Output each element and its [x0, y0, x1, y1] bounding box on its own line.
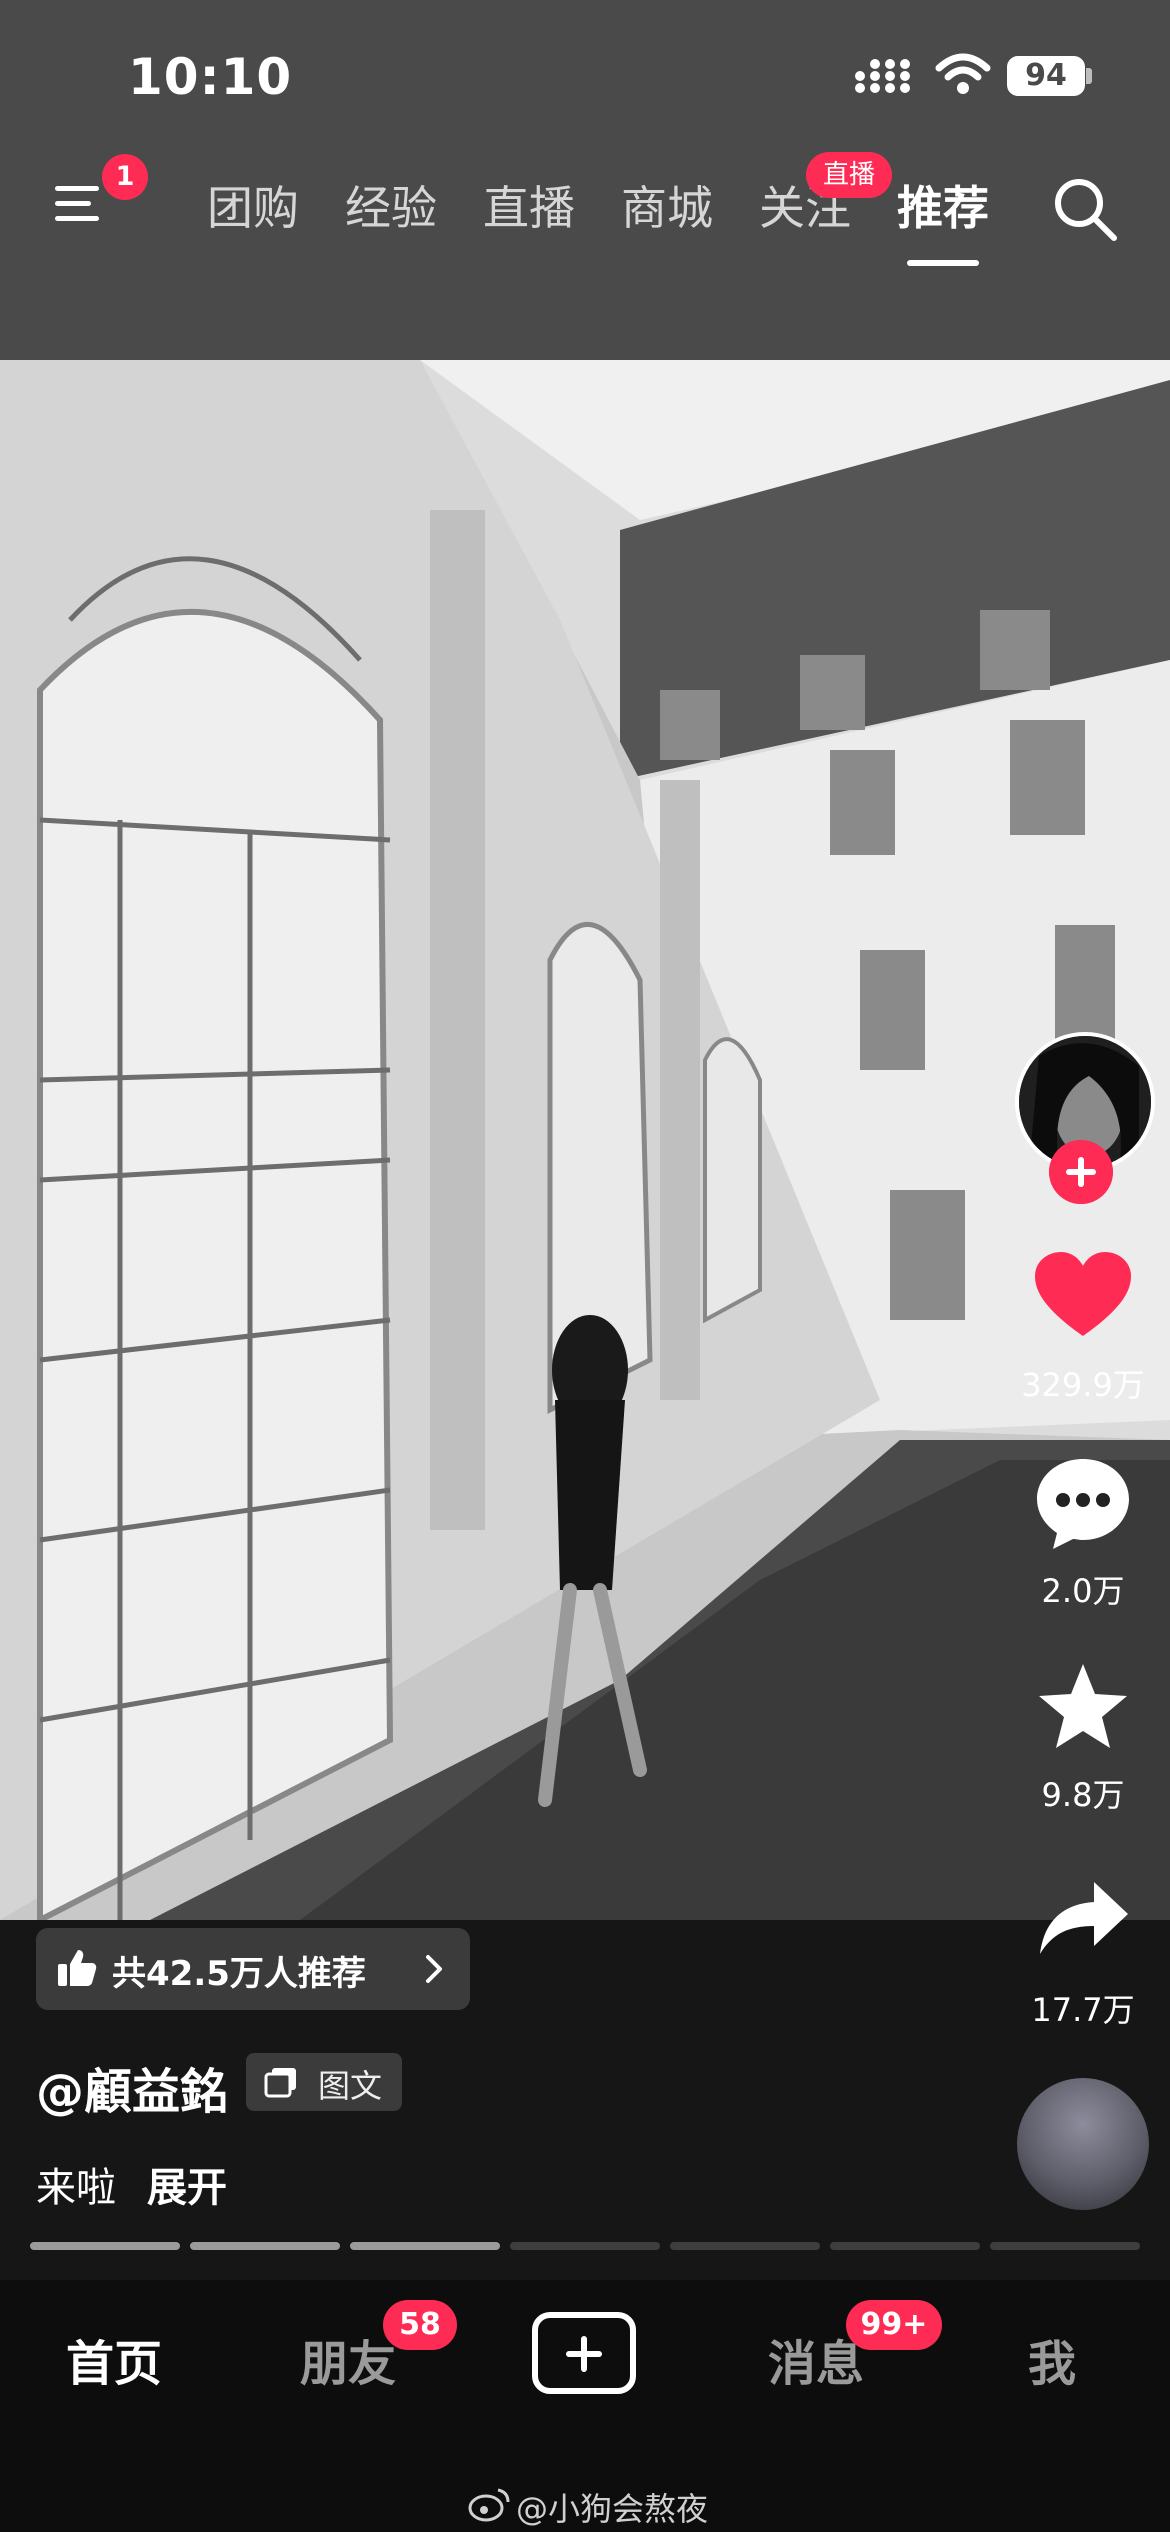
tab-live[interactable]: 直播 [483, 172, 575, 238]
slide-progress-segment [510, 2242, 660, 2250]
slide-progress-segment [670, 2242, 820, 2250]
slide-progress-segment [190, 2242, 340, 2250]
favorite-count: 9.8万 [1041, 1776, 1125, 1814]
comment-icon[interactable] [1033, 1455, 1133, 1551]
wifi-icon [935, 53, 991, 94]
music-disc[interactable] [1017, 2078, 1149, 2210]
friends-badge: 58 [383, 2300, 457, 2350]
tab-group-buy[interactable]: 团购 [207, 172, 299, 238]
follow-plus-icon[interactable] [1049, 1140, 1113, 1204]
recommend-count-label: 共42.5万人推荐 [112, 1954, 366, 1994]
slide-progress-segment [350, 2242, 500, 2250]
create-post-button[interactable] [532, 2312, 636, 2394]
slide-progress-segment [30, 2242, 180, 2250]
tab-mall[interactable]: 商城 [621, 172, 713, 238]
nav-friends[interactable]: 朋友 [300, 2324, 396, 2394]
building-photo-illustration [0, 360, 1170, 1920]
active-tab-indicator [907, 260, 979, 266]
plus-icon [566, 2336, 602, 2372]
battery-indicator: 94 [1007, 56, 1085, 96]
top-navigation [0, 150, 1170, 360]
thumbs-up-icon [58, 1950, 97, 1986]
gallery-icon [264, 2068, 296, 2098]
messages-badge: 99+ [846, 2300, 942, 2350]
slide-progress-segment [990, 2242, 1140, 2250]
battery-tip [1086, 68, 1092, 84]
star-favorite-icon[interactable] [1035, 1660, 1131, 1752]
tab-experience[interactable]: 经验 [345, 172, 437, 238]
weibo-icon [468, 2488, 510, 2522]
content-type-label: 图文 [318, 2067, 383, 2105]
post-description: 来啦 [36, 2165, 116, 2211]
share-icon[interactable] [1038, 1878, 1130, 1956]
slide-progress-segment [830, 2242, 980, 2250]
chevron-right-icon [426, 1955, 442, 1983]
status-time: 10:10 [128, 48, 293, 106]
menu-notification-badge: 1 [102, 154, 148, 200]
share-count: 17.7万 [1031, 1991, 1135, 2029]
menu-icon[interactable] [55, 182, 105, 226]
live-badge: 直播 [806, 152, 892, 198]
cellular-signal-icon [855, 59, 910, 93]
tab-recommended[interactable]: 推荐 [897, 172, 989, 238]
author-name[interactable]: @顧益銘 [36, 2052, 228, 2122]
post-photo[interactable] [0, 360, 1170, 1920]
search-icon[interactable] [1052, 176, 1118, 242]
nav-me[interactable]: 我 [1028, 2324, 1076, 2394]
like-count: 329.9万 [1021, 1366, 1145, 1404]
expand-button[interactable]: 展开 [147, 2155, 227, 2213]
nav-home[interactable]: 首页 [66, 2324, 162, 2394]
heart-icon[interactable] [1033, 1250, 1133, 1340]
comment-count: 2.0万 [1041, 1572, 1125, 1610]
watermark: @小狗会熬夜 [516, 2490, 709, 2528]
